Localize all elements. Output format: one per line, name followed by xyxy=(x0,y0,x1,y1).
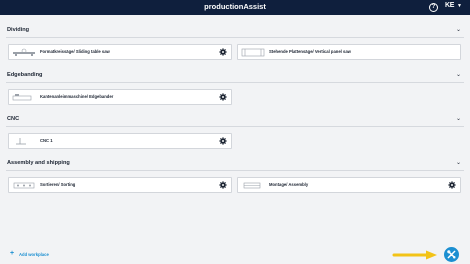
tools-icon xyxy=(447,250,456,259)
machine-thumbnail xyxy=(241,48,265,57)
gear-icon[interactable] xyxy=(219,93,227,101)
brand-logo[interactable]: KE xyxy=(445,2,454,9)
machine-thumbnail xyxy=(13,182,35,189)
add-workplace-label: Add workplace xyxy=(19,252,49,257)
gear-icon[interactable] xyxy=(219,137,227,145)
workplace-card-assembly[interactable]: Montage/ Assembly xyxy=(237,177,461,193)
chevron-down-icon[interactable]: ▼ xyxy=(457,3,462,9)
chevron-down-icon[interactable]: ⌄ xyxy=(456,115,461,122)
section-title: Assembly and shipping xyxy=(7,160,70,166)
chevron-down-icon[interactable]: ⌄ xyxy=(456,159,461,166)
workplace-card-sliding-table-saw[interactable]: Formatkreissäge/ Sliding table saw xyxy=(8,44,232,60)
workplace-card-edgebander[interactable]: Kantenanleimmaschine/ Edgebander xyxy=(8,89,232,105)
app-title: productionAssist xyxy=(204,2,266,11)
workplace-name: Stehende Plattensäge/ Vertical panel saw xyxy=(269,49,351,54)
gear-icon[interactable] xyxy=(219,48,227,56)
arrow-icon xyxy=(392,250,437,260)
workplace-name: Montage/ Assembly xyxy=(269,182,309,187)
top-bar: productionAssist ? KE ▼ xyxy=(0,0,470,15)
tools-button[interactable] xyxy=(444,247,459,262)
plus-icon: + xyxy=(10,250,15,257)
divider xyxy=(6,126,464,127)
machine-thumbnail xyxy=(13,48,35,56)
machine-thumbnail xyxy=(12,94,32,101)
machine-thumbnail xyxy=(243,182,261,189)
divider xyxy=(6,170,464,171)
chevron-down-icon[interactable]: ⌄ xyxy=(456,26,461,33)
workplace-card-sorting[interactable]: Sortieren/ Sorting xyxy=(8,177,232,193)
chevron-down-icon[interactable]: ⌄ xyxy=(456,71,461,78)
gear-icon[interactable] xyxy=(219,181,227,189)
machine-thumbnail xyxy=(16,138,26,145)
section-title: Dividing xyxy=(7,27,30,33)
workplace-name: Sortieren/ Sorting xyxy=(40,182,76,187)
workplace-name: Formatkreissäge/ Sliding table saw xyxy=(40,49,110,54)
section-title: Edgebanding xyxy=(7,72,43,78)
workplace-card-cnc-1[interactable]: CNC 1 xyxy=(8,133,232,149)
divider xyxy=(6,37,464,38)
help-icon[interactable]: ? xyxy=(429,3,438,12)
gear-icon[interactable] xyxy=(448,181,456,189)
divider xyxy=(6,82,464,83)
workplace-name: CNC 1 xyxy=(40,138,53,143)
workplace-card-vertical-panel-saw[interactable]: Stehende Plattensäge/ Vertical panel saw xyxy=(237,44,461,60)
section-title: CNC xyxy=(7,116,20,122)
workplace-name: Kantenanleimmaschine/ Edgebander xyxy=(40,94,114,99)
